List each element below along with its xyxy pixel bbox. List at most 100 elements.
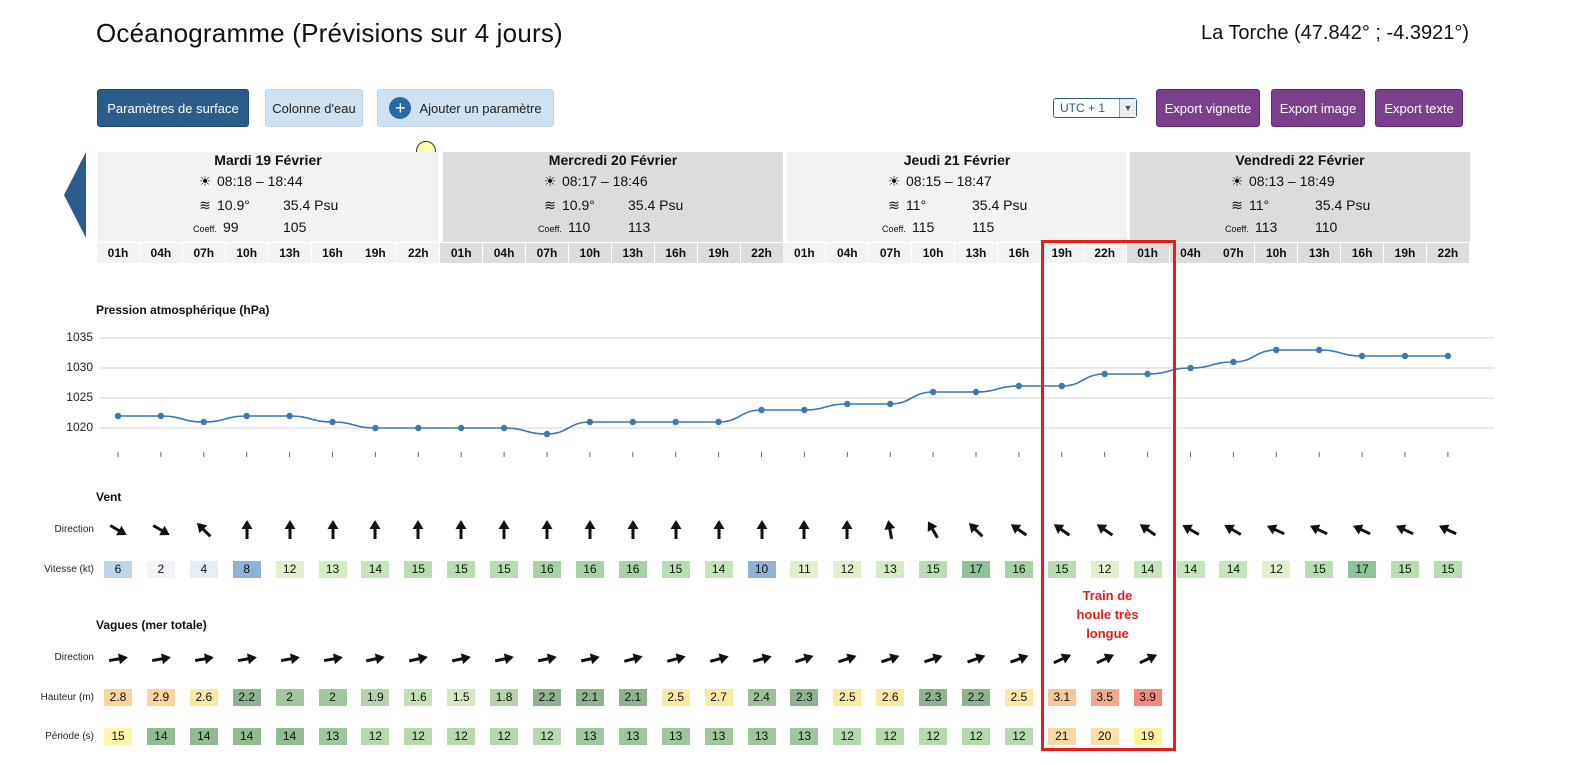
wave-arrow-icon bbox=[1048, 647, 1076, 671]
wind-arrow-icon bbox=[1134, 518, 1162, 542]
wind-speed-cell: 16 bbox=[533, 561, 561, 578]
wind-label: Vent bbox=[96, 490, 122, 504]
wave-height-cell: 3.1 bbox=[1047, 689, 1076, 706]
wave-height-cell: 2.7 bbox=[704, 689, 733, 706]
wind-speed-cell: 16 bbox=[575, 561, 604, 578]
wave-period-cell: 13 bbox=[790, 728, 819, 745]
pressure-point bbox=[1101, 370, 1108, 378]
wave-arrow-icon bbox=[190, 647, 218, 671]
pressure-point bbox=[715, 418, 722, 426]
wave-period-cell: 12 bbox=[404, 728, 433, 745]
pressure-point bbox=[243, 412, 250, 420]
pressure-point bbox=[1316, 346, 1323, 354]
wave-period-cell: 14 bbox=[232, 728, 261, 745]
wind-arrow-icon bbox=[1177, 518, 1205, 542]
pressure-point bbox=[372, 424, 379, 432]
wave-period-cell: 12 bbox=[447, 728, 476, 745]
wind-speed-cell: 6 bbox=[104, 561, 132, 578]
wind-speed-cell: 4 bbox=[189, 561, 218, 578]
pressure-point bbox=[1187, 364, 1194, 372]
wave-height-label: Hauteur (m) bbox=[40, 692, 94, 703]
wave-arrow-icon bbox=[619, 647, 647, 671]
pressure-point bbox=[1144, 370, 1151, 378]
wind-speed-cell: 15 bbox=[919, 561, 948, 578]
wave-height-cell: 2.6 bbox=[189, 689, 218, 706]
wind-speed-cell: 15 bbox=[1047, 561, 1076, 578]
wave-height-cell: 2.8 bbox=[104, 689, 132, 706]
wind-speed-cell: 12 bbox=[833, 561, 862, 578]
wave-height-cell: 2.2 bbox=[533, 689, 561, 706]
wind-arrow-icon bbox=[361, 518, 389, 542]
wind-arrow-icon bbox=[1434, 518, 1462, 542]
pressure-point bbox=[1358, 352, 1366, 360]
pressure-point bbox=[1058, 382, 1066, 390]
wave-period-cell: 12 bbox=[919, 728, 948, 745]
wave-height-cell: 1.6 bbox=[404, 689, 433, 706]
wind-arrow-icon bbox=[962, 518, 990, 542]
wind-arrow-icon bbox=[190, 518, 218, 542]
wave-arrow-icon bbox=[1134, 647, 1162, 671]
pressure-line bbox=[117, 349, 1448, 435]
wind-speed-cell: 15 bbox=[447, 561, 476, 578]
wind-arrow-icon bbox=[833, 518, 861, 542]
pressure-point bbox=[114, 412, 122, 420]
wind-arrow-icon bbox=[1305, 518, 1333, 542]
wave-arrow-icon bbox=[962, 647, 990, 671]
pressure-point bbox=[458, 424, 465, 432]
pressure-point bbox=[1401, 352, 1409, 360]
wind-arrow-icon bbox=[233, 518, 261, 542]
wave-period-cell: 12 bbox=[962, 728, 990, 745]
wave-period-cell: 12 bbox=[490, 728, 519, 745]
wave-arrow-icon bbox=[361, 647, 389, 671]
pressure-point bbox=[1230, 358, 1237, 366]
wave-period-cell: 13 bbox=[661, 728, 690, 745]
pressure-point bbox=[972, 388, 980, 396]
pressure-point bbox=[200, 418, 207, 426]
wave-period-label: Période (s) bbox=[45, 731, 94, 742]
wind-arrow-icon bbox=[1091, 518, 1119, 542]
wave-height-cell: 3.5 bbox=[1090, 689, 1119, 706]
pressure-point bbox=[887, 400, 894, 408]
wind-speed-cell: 13 bbox=[876, 561, 905, 578]
wave-height-cell: 2.2 bbox=[962, 689, 990, 706]
pressure-point bbox=[629, 418, 636, 426]
wind-arrow-icon bbox=[662, 518, 690, 542]
wind-speed-cell: 14 bbox=[1133, 561, 1162, 578]
wave-arrow-icon bbox=[662, 647, 690, 671]
wave-height-cell: 2.5 bbox=[833, 689, 862, 706]
wind-arrow-icon bbox=[919, 518, 947, 542]
pressure-point bbox=[672, 418, 679, 426]
wind-speed-label: Vitesse (kt) bbox=[44, 564, 94, 575]
wave-height-cell: 2.4 bbox=[747, 689, 776, 706]
wave-arrow-icon bbox=[833, 647, 861, 671]
waves-label: Vagues (mer totale) bbox=[96, 618, 207, 632]
wind-speed-cell: 15 bbox=[404, 561, 433, 578]
wave-height-cell: 2.6 bbox=[876, 689, 905, 706]
wind-arrow-icon bbox=[276, 518, 304, 542]
wind-speed-cell: 14 bbox=[1219, 561, 1248, 578]
wave-period-cell: 19 bbox=[1133, 728, 1162, 745]
wind-speed-cell: 16 bbox=[618, 561, 647, 578]
wave-arrow-icon bbox=[876, 647, 904, 671]
wind-arrow-icon bbox=[1219, 518, 1247, 542]
wind-speed-cell: 14 bbox=[1176, 561, 1205, 578]
wind-speed-cell: 12 bbox=[1090, 561, 1119, 578]
wave-period-cell: 14 bbox=[146, 728, 175, 745]
pressure-point bbox=[758, 406, 765, 414]
wind-arrow-icon bbox=[1005, 518, 1033, 542]
wave-height-cell: 2.2 bbox=[232, 689, 261, 706]
wind-arrow-icon bbox=[1391, 518, 1419, 542]
wind-arrow-icon bbox=[404, 518, 432, 542]
wind-speed-cell: 15 bbox=[1391, 561, 1419, 578]
wind-arrow-icon bbox=[533, 518, 561, 542]
wave-arrow-icon bbox=[447, 647, 475, 671]
wave-arrow-icon bbox=[748, 647, 776, 671]
wind-speed-cell: 15 bbox=[661, 561, 690, 578]
wave-arrow-icon bbox=[1005, 647, 1033, 671]
wave-arrow-icon bbox=[147, 647, 175, 671]
wave-period-cell: 13 bbox=[747, 728, 776, 745]
pressure-point bbox=[1015, 382, 1023, 390]
wind-speed-cell: 11 bbox=[790, 561, 819, 578]
wave-arrow-icon bbox=[233, 647, 261, 671]
wave-arrow-icon bbox=[705, 647, 733, 671]
